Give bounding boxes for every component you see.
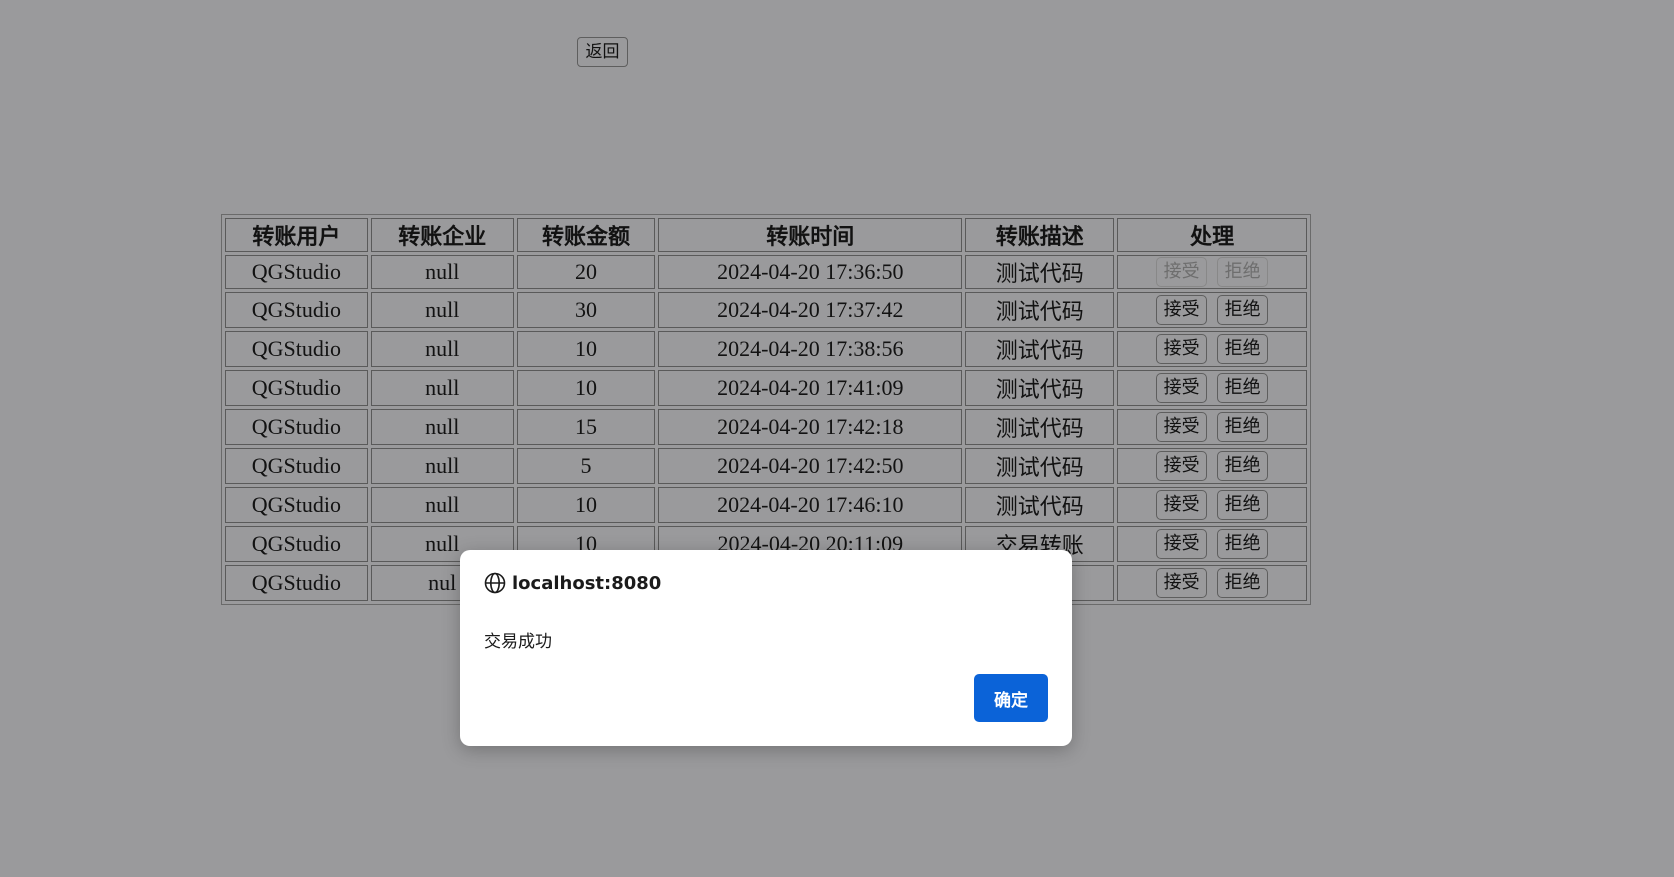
- header-amount: 转账金额: [516, 218, 656, 252]
- cell-amount: 15: [516, 409, 656, 445]
- back-button[interactable]: 返回: [577, 37, 628, 67]
- cell-description: 测试代码: [965, 409, 1115, 445]
- cell-description: 测试代码: [965, 255, 1115, 289]
- page-root: 返回 转账用户 转账企业 转账金额 转账时间 转账描述 处理 QGStudio …: [0, 0, 1674, 877]
- cell-description: 测试代码: [965, 487, 1115, 523]
- cell-actions: 接受 拒绝: [1117, 331, 1307, 367]
- reject-button[interactable]: 拒绝: [1217, 257, 1269, 287]
- cell-amount: 10: [516, 331, 656, 367]
- table-row: QGStudio null 15 2024-04-20 17:42:18 测试代…: [225, 409, 1307, 445]
- accept-button[interactable]: 接受: [1156, 257, 1208, 287]
- reject-button[interactable]: 拒绝: [1217, 373, 1269, 403]
- globe-icon: [484, 572, 506, 594]
- cell-user: QGStudio: [225, 292, 368, 328]
- cell-actions: 接受 拒绝: [1117, 565, 1307, 601]
- cell-amount: 10: [516, 487, 656, 523]
- cell-user: QGStudio: [225, 255, 368, 289]
- accept-button[interactable]: 接受: [1156, 295, 1208, 325]
- cell-user: QGStudio: [225, 526, 368, 562]
- cell-time: 2024-04-20 17:42:50: [658, 448, 963, 484]
- cell-company: null: [370, 487, 514, 523]
- cell-user: QGStudio: [225, 487, 368, 523]
- reject-button[interactable]: 拒绝: [1217, 490, 1269, 520]
- accept-button[interactable]: 接受: [1156, 334, 1208, 364]
- table-row: QGStudio null 5 2024-04-20 17:42:50 测试代码…: [225, 448, 1307, 484]
- reject-button[interactable]: 拒绝: [1217, 295, 1269, 325]
- header-company: 转账企业: [370, 218, 514, 252]
- cell-actions: 接受 拒绝: [1117, 409, 1307, 445]
- cell-description: 测试代码: [965, 292, 1115, 328]
- cell-company: null: [370, 331, 514, 367]
- alert-dialog: localhost:8080 交易成功 确定: [460, 550, 1072, 746]
- header-description: 转账描述: [965, 218, 1115, 252]
- cell-company: null: [370, 370, 514, 406]
- ok-button[interactable]: 确定: [974, 674, 1048, 722]
- cell-time: 2024-04-20 17:41:09: [658, 370, 963, 406]
- cell-user: QGStudio: [225, 409, 368, 445]
- table-row: QGStudio null 20 2024-04-20 17:36:50 测试代…: [225, 255, 1307, 289]
- cell-actions: 接受 拒绝: [1117, 487, 1307, 523]
- header-time: 转账时间: [658, 218, 963, 252]
- table-header-row: 转账用户 转账企业 转账金额 转账时间 转账描述 处理: [225, 218, 1307, 252]
- reject-button[interactable]: 拒绝: [1217, 529, 1269, 559]
- cell-user: QGStudio: [225, 370, 368, 406]
- cell-actions: 接受 拒绝: [1117, 448, 1307, 484]
- accept-button[interactable]: 接受: [1156, 412, 1208, 442]
- reject-button[interactable]: 拒绝: [1217, 412, 1269, 442]
- cell-company: null: [370, 409, 514, 445]
- cell-actions: 接受 拒绝: [1117, 255, 1307, 289]
- cell-amount: 20: [516, 255, 656, 289]
- cell-user: QGStudio: [225, 331, 368, 367]
- dialog-message: 交易成功: [484, 632, 552, 652]
- table-row: QGStudio null 10 2024-04-20 17:38:56 测试代…: [225, 331, 1307, 367]
- header-user: 转账用户: [225, 218, 368, 252]
- cell-description: 测试代码: [965, 331, 1115, 367]
- accept-button[interactable]: 接受: [1156, 490, 1208, 520]
- accept-button[interactable]: 接受: [1156, 529, 1208, 559]
- cell-actions: 接受 拒绝: [1117, 526, 1307, 562]
- cell-company: null: [370, 255, 514, 289]
- cell-time: 2024-04-20 17:38:56: [658, 331, 963, 367]
- cell-amount: 30: [516, 292, 656, 328]
- cell-company: null: [370, 292, 514, 328]
- cell-user: QGStudio: [225, 448, 368, 484]
- table-row: QGStudio null 10 2024-04-20 17:46:10 测试代…: [225, 487, 1307, 523]
- reject-button[interactable]: 拒绝: [1217, 334, 1269, 364]
- cell-amount: 5: [516, 448, 656, 484]
- reject-button[interactable]: 拒绝: [1217, 451, 1269, 481]
- cell-user: QGStudio: [225, 565, 368, 601]
- dialog-origin-text: localhost:8080: [512, 572, 662, 594]
- reject-button[interactable]: 拒绝: [1217, 568, 1269, 598]
- cell-time: 2024-04-20 17:46:10: [658, 487, 963, 523]
- table-row: QGStudio null 10 2024-04-20 17:41:09 测试代…: [225, 370, 1307, 406]
- transfer-table: 转账用户 转账企业 转账金额 转账时间 转账描述 处理 QGStudio nul…: [221, 214, 1311, 605]
- table-row: QGStudio null 30 2024-04-20 17:37:42 测试代…: [225, 292, 1307, 328]
- cell-description: 测试代码: [965, 370, 1115, 406]
- cell-description: 测试代码: [965, 448, 1115, 484]
- header-action: 处理: [1117, 218, 1307, 252]
- accept-button[interactable]: 接受: [1156, 373, 1208, 403]
- cell-actions: 接受 拒绝: [1117, 292, 1307, 328]
- cell-time: 2024-04-20 17:37:42: [658, 292, 963, 328]
- cell-time: 2024-04-20 17:36:50: [658, 255, 963, 289]
- cell-time: 2024-04-20 17:42:18: [658, 409, 963, 445]
- dialog-origin: localhost:8080: [484, 572, 661, 594]
- cell-amount: 10: [516, 370, 656, 406]
- cell-company: null: [370, 448, 514, 484]
- accept-button[interactable]: 接受: [1156, 451, 1208, 481]
- accept-button[interactable]: 接受: [1156, 568, 1208, 598]
- cell-actions: 接受 拒绝: [1117, 370, 1307, 406]
